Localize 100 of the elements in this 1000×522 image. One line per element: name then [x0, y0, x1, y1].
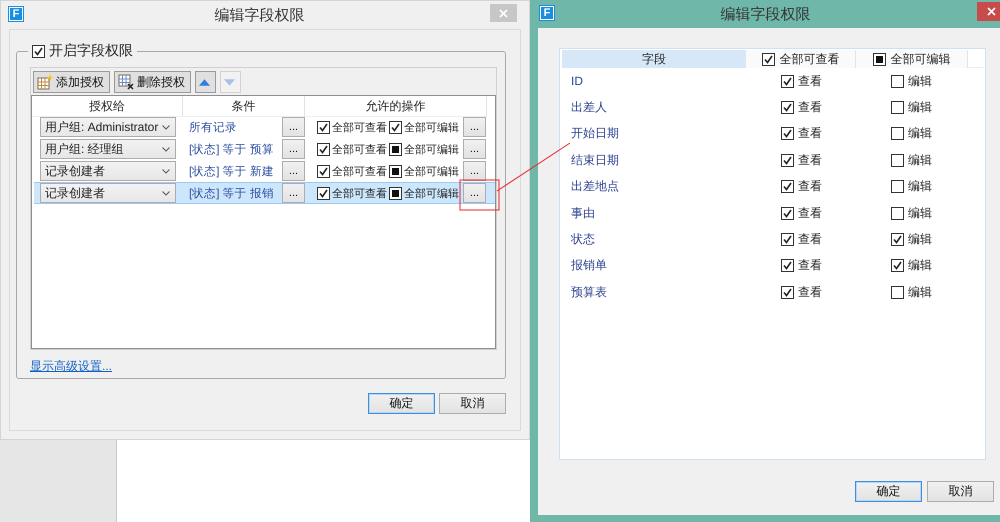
checkbox[interactable]: 全部可查看 — [317, 142, 387, 156]
close-icon — [987, 7, 996, 16]
check-icon — [783, 261, 792, 270]
checkbox[interactable]: 全部可编辑 — [389, 142, 459, 156]
filled-square-icon — [392, 190, 399, 196]
condition-button[interactable]: ... — [282, 139, 305, 159]
field-name: 预算表 — [570, 284, 608, 301]
grant-row[interactable]: 记录创建者 [状态] 等于 报销 ... 全部可查看 全部可编辑 ... — [34, 182, 495, 204]
filled-square-icon — [876, 56, 882, 62]
checkbox[interactable]: 全部可查看 — [317, 120, 387, 134]
check-icon — [783, 288, 792, 297]
field-name: 开始日期 — [570, 125, 620, 142]
check-icon — [783, 76, 792, 86]
window-title: 编辑字段权限 — [720, 5, 812, 24]
grantee-dropdown[interactable]: 用户组: Administrator — [40, 117, 176, 137]
check-icon — [319, 122, 328, 132]
dialog-button[interactable]: 取消 — [439, 393, 506, 414]
checkbox[interactable]: 编辑 — [891, 72, 932, 90]
operations-button[interactable]: ... — [463, 161, 486, 181]
grantee-dropdown[interactable]: 记录创建者 — [40, 161, 176, 181]
checkbox[interactable]: 查看 — [781, 178, 822, 196]
down-arrow-icon — [224, 78, 235, 86]
operations-button[interactable]: ... — [463, 183, 486, 203]
app-logo: F — [540, 6, 554, 20]
checkbox[interactable]: 查看 — [781, 125, 822, 142]
condition-text: 所有记录 — [189, 120, 237, 134]
field-name: 出差人 — [570, 99, 608, 116]
grantee-dropdown[interactable]: 记录创建者 — [40, 183, 176, 203]
field-name: 结束日期 — [570, 152, 620, 169]
field-name: 报销单 — [570, 257, 608, 274]
add-grant-button[interactable]: 添加授权 — [33, 71, 110, 93]
checkbox[interactable]: 编辑 — [891, 125, 932, 142]
checkbox[interactable]: 编辑 — [891, 284, 932, 301]
check-icon — [783, 156, 792, 165]
check-icon — [783, 208, 792, 218]
check-icon — [34, 46, 43, 56]
window-title: 编辑字段权限 — [214, 6, 306, 25]
check-icon — [783, 103, 792, 112]
checkbox[interactable]: 查看 — [781, 72, 822, 90]
field-name: 状态 — [570, 231, 596, 248]
check-icon — [893, 261, 902, 270]
checkbox[interactable]: 全部可编辑 — [389, 120, 459, 134]
filled-square-icon — [392, 146, 399, 152]
move-up-button[interactable] — [195, 71, 216, 93]
checkbox[interactable]: 查看 — [781, 257, 822, 274]
check-icon — [893, 235, 902, 244]
advanced-settings-link[interactable]: 显示高级设置... — [30, 358, 112, 375]
check-icon — [783, 235, 792, 244]
checkbox[interactable]: 编辑 — [891, 152, 932, 169]
operations-button[interactable]: ... — [463, 139, 486, 159]
checkbox[interactable]: 查看 — [781, 204, 822, 222]
checkbox[interactable]: 全部可查看 — [317, 186, 387, 200]
checkbox[interactable]: 全部可查看 — [317, 164, 387, 178]
check-icon — [783, 129, 792, 138]
column-header: 字段 — [562, 50, 746, 68]
checkbox[interactable]: 编辑 — [891, 99, 932, 116]
checkbox[interactable]: 全部可编辑 — [389, 164, 459, 178]
check-icon — [783, 182, 792, 192]
delete-grant-button[interactable]: 删除授权 — [114, 71, 191, 93]
checkbox[interactable]: 编辑 — [891, 178, 932, 196]
check-icon — [319, 188, 328, 198]
checkbox[interactable]: 查看 — [781, 152, 822, 169]
checkbox[interactable]: 编辑 — [891, 257, 932, 274]
delete-table-icon — [118, 74, 134, 90]
close-icon — [499, 8, 508, 18]
checkbox[interactable]: 编辑 — [891, 231, 932, 248]
condition-button[interactable]: ... — [282, 183, 305, 203]
checkbox[interactable]: 查看 — [781, 284, 822, 301]
condition-text: [状态] 等于 报销 — [189, 186, 274, 200]
caret-icon — [162, 146, 170, 152]
checkbox[interactable]: 全部可编辑 — [389, 186, 459, 200]
checkbox[interactable]: 查看 — [781, 99, 822, 116]
field-name: 事由 — [570, 204, 596, 222]
condition-text: [状态] 等于 新建 — [189, 164, 274, 178]
check-icon — [391, 122, 400, 132]
caret-icon — [162, 168, 170, 174]
grant-row[interactable]: 用户组: Administrator 所有记录 ... 全部可查看 全部可编辑 ... — [34, 116, 495, 138]
grant-row[interactable]: 记录创建者 [状态] 等于 新建 ... 全部可查看 全部可编辑 ... — [34, 160, 495, 182]
add-table-icon — [37, 74, 53, 90]
dialog-button[interactable]: 确定 — [368, 393, 435, 414]
checkbox[interactable]: 编辑 — [891, 204, 932, 222]
grant-row[interactable]: 用户组: 经理组 [状态] 等于 预算 ... 全部可查看 全部可编辑 ... — [34, 138, 495, 160]
check-icon — [319, 144, 328, 154]
checkbox[interactable]: 查看 — [781, 231, 822, 248]
dialog-button[interactable]: 取消 — [927, 481, 994, 502]
filled-square-icon — [392, 168, 399, 174]
grantee-dropdown[interactable]: 用户组: 经理组 — [40, 139, 176, 159]
close-button[interactable] — [977, 2, 1000, 21]
operations-button[interactable]: ... — [463, 117, 486, 137]
check-icon — [764, 54, 772, 64]
caret-icon — [162, 190, 170, 196]
field-name: 出差地点 — [570, 178, 620, 196]
field-name: ID — [570, 74, 584, 88]
condition-button[interactable]: ... — [282, 161, 305, 181]
dialog-button[interactable]: 确定 — [855, 481, 922, 502]
app-logo: F — [9, 7, 23, 21]
check-icon — [319, 166, 328, 176]
checkbox[interactable]: 开启字段权限 — [32, 42, 133, 60]
condition-button[interactable]: ... — [282, 117, 305, 137]
condition-text: [状态] 等于 预算 — [189, 142, 274, 156]
